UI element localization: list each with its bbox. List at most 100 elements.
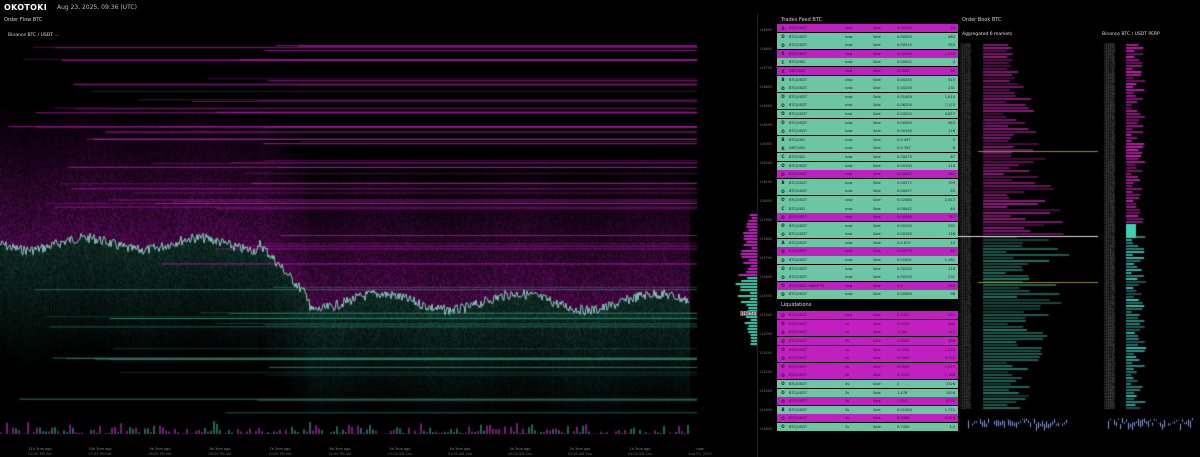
trade-row[interactable]: O BTC/USDT now Sale 0.00100 116 (777, 230, 958, 239)
trade-qty: 0.00000 (897, 34, 912, 39)
trade-row[interactable]: O BTC/USDT 3s Sale 0.0300 3,470 (777, 414, 958, 423)
trade-direction: Sale (873, 232, 881, 237)
order-book-heatmap[interactable] (958, 14, 1200, 457)
trade-age: now (845, 223, 853, 228)
app-brand[interactable]: OKOTOKI (4, 3, 47, 12)
trade-age: now (845, 232, 853, 237)
exchange-icon: A (781, 240, 785, 246)
trade-row[interactable]: O BTC/USDT now Sale 0.00380 767 (777, 213, 958, 222)
binance-label[interactable]: Binance BTC / USDT PERP (1102, 32, 1160, 37)
trade-row[interactable]: O BTC/USDT now Sale 0.00067 382 (777, 170, 958, 179)
trade-symbol: BTC/USDT (789, 347, 808, 352)
trade-row[interactable]: O BTC/USDT 3s Sale 0.0000 1,571 (777, 362, 958, 371)
exchange-icon: O (781, 188, 785, 194)
liquidations-title: Liquidations (781, 302, 812, 309)
trade-row[interactable]: O BTC/USDC SWAP PS now Sale 0.0 285 (777, 281, 958, 290)
trade-value: 231 (948, 275, 955, 280)
trade-age: 3s (845, 390, 850, 395)
trade-row[interactable]: B BTC/USDT now Sale 0.00572 199 (777, 178, 958, 187)
trade-row[interactable]: O BTC/USDT 2s Sale 0.0420 486 (777, 319, 958, 328)
trade-row[interactable]: O BTC/USDT now Sale 0.00200 231 (777, 84, 958, 93)
trade-value: 1,571 (944, 364, 955, 369)
price-ladder[interactable]: 116900 116800 116700 116600 116500 116400 1163… (757, 14, 776, 457)
trade-row[interactable]: O BTC/USDT 3s Sale 0.0100 1,168 (777, 371, 958, 380)
order-book-panel[interactable]: Order Book BTC Aggregated 6 markets Bina… (958, 14, 1200, 457)
trade-row[interactable]: O BTC/USDT now Sale 0.00100 116 (777, 127, 958, 136)
order-flow-heatmap[interactable] (0, 14, 757, 457)
time-tick-date: 03:00 AM Sun (567, 452, 593, 456)
trades-list[interactable]: B BTC/USDT now Sale 0.01000 20 O BTC/USDT now Sal… (777, 24, 958, 299)
trade-row[interactable]: O BTC/USDT now Sale 0.00057 55 (777, 187, 958, 196)
ladder-price: 115600 (759, 275, 773, 279)
trade-row[interactable]: B BTC/USDT now Sale 0.01000 20 (777, 24, 958, 33)
trade-age: now (845, 154, 853, 159)
trade-row[interactable]: O BTC/USDT 2s Sale 0.0500 5,752 (777, 354, 958, 363)
trade-direction: Sale (873, 364, 881, 369)
trade-row[interactable]: K XBT/USD now Sale 0.0000 66 (777, 66, 958, 76)
trade-direction: Sale (873, 60, 881, 65)
trade-row[interactable]: O BTC/USDT 3s Sale 0.7400 3,9 (777, 422, 958, 431)
trade-row[interactable]: O BTC/USDT now Sale 0.00000 463 (777, 32, 958, 41)
trade-row[interactable]: B BTC/USDT now Sale 0.01000 1,250 (777, 49, 958, 58)
trade-qty: 0.00100 (897, 266, 912, 271)
trade-age: now (845, 163, 853, 168)
aggregated-label[interactable]: Aggregated 6 markets (962, 32, 1012, 37)
trade-row[interactable]: O BTC/USDT now Sale 0.04200 4,857 (777, 109, 958, 119)
trade-row[interactable]: B BTC/USDT now Sale 0.00255 315 (777, 75, 958, 84)
trade-age: now (845, 283, 853, 288)
trade-value: 3,9 (949, 424, 955, 429)
trade-value: 1,161 (944, 258, 955, 263)
exchange-icon: O (781, 257, 785, 263)
trade-row[interactable]: B BTC/USD now Sale 0.0.497 5 (777, 135, 958, 144)
trade-value: 3,470 (944, 416, 955, 421)
trade-age: now (845, 94, 853, 99)
trade-row[interactable]: O BTC/USDT now Sale 0.01001 1,161 (777, 256, 958, 265)
trade-symbol: BTC/USDT (789, 189, 808, 194)
trade-row[interactable]: O BTC/USDT now Sale 0.00400 463 (777, 118, 958, 127)
trade-row[interactable]: O BTC/USDT 2s Sale 0.0200 1,220 (777, 345, 958, 354)
trade-row[interactable]: O BTC/USDT 2s Sale 1.262 151 (777, 328, 958, 337)
exchange-icon: C (781, 59, 785, 65)
ladder-price: 116500 (759, 104, 773, 108)
app-header: OKOTOKI Aug 23, 2025, 09:36 (UTC) (0, 0, 1200, 14)
trade-row[interactable]: O BTC/USDT now Sale 0.00084 96 (777, 290, 958, 299)
trade-row[interactable]: O BTC/USDT now Sale 0.2000 231 (777, 311, 958, 320)
trade-row[interactable]: O BTC/USDT 2s Sale 0.0500 386 (777, 336, 958, 346)
trade-qty: 0.0500 (897, 339, 910, 344)
trade-age: now (845, 275, 853, 280)
trade-row[interactable]: O BTC/USDT 3s Sale 2 2326 (777, 379, 958, 389)
trade-row[interactable]: O BTC/USDT now Sale 0.02080 2,413 (777, 195, 958, 204)
trade-row[interactable]: O BTC/USDT now Sale 0.00200 231 (777, 221, 958, 230)
order-flow-panel[interactable]: Order Flow BTC Binance BTC / USDT ... 11… (0, 14, 757, 457)
trade-qty: 0.00001 (897, 60, 912, 65)
trade-age: now (845, 129, 853, 134)
trade-row[interactable]: C BTC/USD now Sale 0.00075 87 (777, 152, 958, 161)
trade-direction: Sale (873, 129, 881, 134)
trade-row[interactable]: O BTC/USDT now Sale 0.00100 116 (777, 161, 958, 170)
trade-row[interactable]: C BTC/USD now Sale 0.00001 4 (777, 58, 958, 67)
trade-row[interactable]: A BTC/USDT now Sale 0.0.870 10 (777, 238, 958, 247)
trade-qty: 1.478 (897, 390, 908, 395)
ladder-price: 115400 (759, 313, 773, 317)
trade-row[interactable]: O BTC/USDT now Sale 0.00100 116 (777, 264, 958, 273)
trade-row[interactable]: C BTC/USD now Sale 0.00042 44 (777, 204, 958, 213)
trade-qty: 0.0200 (897, 347, 910, 352)
trades-feed-panel[interactable]: Trades Feed BTC B BTC/USDT now Sale 0.01000 2… (777, 14, 958, 457)
trade-qty: 0.02080 (897, 197, 912, 202)
time-tick-date: 02:00 PM Sat (28, 452, 52, 456)
trade-row[interactable]: O BTC/USDT now Sale 0.06200 7,170 (777, 101, 958, 110)
exchange-icon: O (781, 128, 785, 134)
trade-row[interactable]: O BTC/USDT now Sale 0.00073 82 (777, 247, 958, 256)
liquidations-list[interactable]: O BTC/USDT now Sale 0.2000 231 O BTC/USDT 2s Sale… (777, 311, 958, 431)
trade-row[interactable]: O BTC/USDT 3s Sale 1.478 1926 (777, 388, 958, 397)
trade-row[interactable]: O BTC/USDT now Sale 0.01400 1,610 (777, 92, 958, 101)
trade-age: 3s (845, 381, 850, 386)
trade-row[interactable]: O BTC/USDT 3s Sale 1.510 3738 (777, 397, 958, 406)
trade-row[interactable]: O BTC/USDT now Sale 0.00200 231 (777, 273, 958, 282)
exchange-label[interactable]: Binance BTC / USDT ... (8, 33, 59, 38)
trade-row[interactable]: K XBT/USD now Sale 0.0.767 8 (777, 144, 958, 153)
trade-qty: 0.01001 (897, 258, 912, 263)
trade-value: 5 (952, 137, 955, 142)
trade-row[interactable]: B BTC/USDT 3s Sale 0.01000 1,771 (777, 405, 958, 414)
trade-row[interactable]: O BTC/USDT now Sale 0.00010 350 (777, 41, 958, 50)
